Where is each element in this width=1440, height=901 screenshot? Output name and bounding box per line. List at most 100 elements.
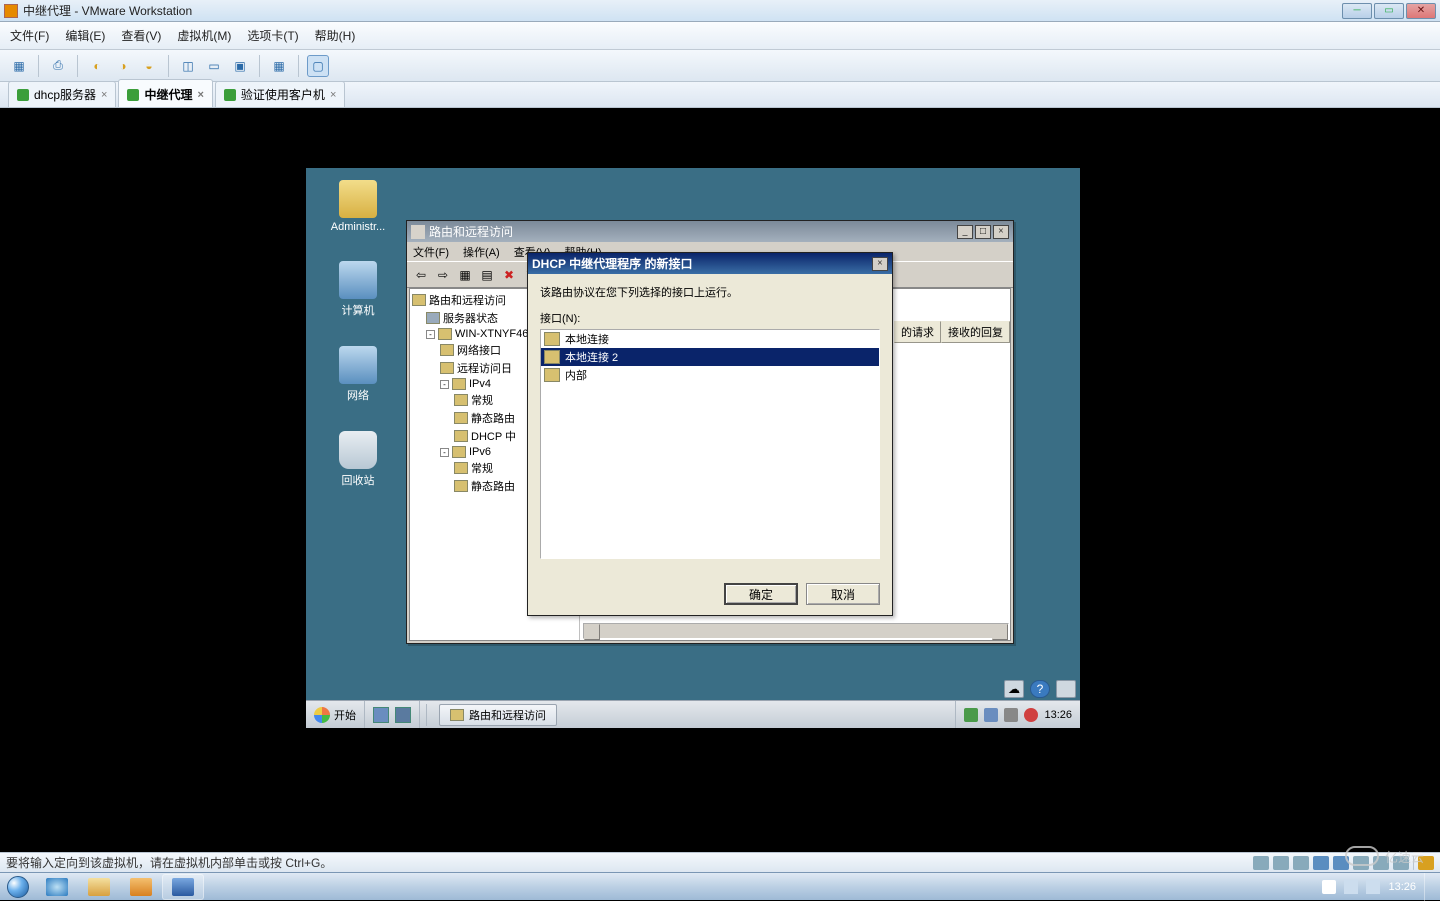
tray-shield-icon[interactable] — [964, 708, 978, 722]
tool-view3-icon[interactable]: ▣ — [229, 55, 251, 77]
ql-desktop-icon[interactable] — [373, 707, 389, 723]
tab-relay-agent[interactable]: 中继代理× — [118, 79, 212, 107]
menu-edit[interactable]: 编辑(E) — [65, 27, 105, 44]
tab-dhcp-server[interactable]: dhcp服务器× — [8, 81, 116, 107]
tool-snapshot-icon[interactable]: ◐ — [86, 55, 108, 77]
pin-word[interactable] — [162, 874, 204, 900]
menu-file[interactable]: 文件(F) — [413, 244, 449, 260]
back-icon[interactable]: ⇦ — [411, 265, 431, 285]
ql-explorer-icon[interactable] — [395, 707, 411, 723]
collapse-icon[interactable]: - — [440, 448, 449, 457]
collapse-icon[interactable]: - — [440, 380, 449, 389]
running-icon — [17, 89, 29, 101]
close-icon[interactable]: × — [197, 89, 203, 101]
minimize-button[interactable]: ─ — [1342, 3, 1372, 19]
win7-start-button[interactable] — [0, 873, 36, 901]
desktop-icon-recyclebin[interactable]: 回收站 — [328, 431, 388, 488]
col-replies[interactable]: 接收的回复 — [941, 321, 1010, 343]
guest-info-icon[interactable]: ☁ — [1004, 680, 1024, 698]
maximize-button[interactable]: □ — [975, 225, 991, 239]
list-header[interactable]: 的请求 接收的回复 — [894, 321, 1010, 343]
collapse-icon[interactable]: - — [426, 330, 435, 339]
close-icon[interactable]: × — [101, 89, 107, 101]
close-icon[interactable]: × — [330, 89, 336, 101]
status-text: 要将输入定向到该虚拟机，请在虚拟机内部单击或按 Ctrl+G。 — [6, 854, 332, 871]
win7-systray[interactable]: 13:26 — [1314, 873, 1440, 901]
guest-help-icon[interactable]: ? — [1030, 680, 1050, 698]
menu-view[interactable]: 查看(V) — [121, 27, 161, 44]
listbox-label: 接口(N): — [540, 310, 880, 326]
menu-action[interactable]: 操作(A) — [463, 244, 500, 260]
maximize-button[interactable]: ▭ — [1374, 3, 1404, 19]
tool-view1-icon[interactable]: ◫ — [177, 55, 199, 77]
menu-file[interactable]: 文件(F) — [10, 27, 49, 44]
host-statusbar: 要将输入定向到该虚拟机，请在虚拟机内部单击或按 Ctrl+G。 — [0, 852, 1440, 872]
nic-icon — [544, 350, 560, 364]
desktop-icon-admin[interactable]: Administr... — [328, 180, 388, 233]
node-icon — [454, 430, 468, 442]
rras-scrollbar[interactable] — [583, 623, 1009, 639]
vm-viewport[interactable]: Administr... 计算机 网络 回收站 ☁ ? 路由和远程访问 _ □ … — [0, 108, 1440, 852]
menu-help[interactable]: 帮助(H) — [315, 27, 356, 44]
guest-taskbar[interactable]: 开始 路由和远程访问 13:26 — [306, 700, 1080, 728]
tray-flag-icon[interactable] — [1322, 880, 1336, 894]
tray-volume-icon[interactable] — [1366, 880, 1380, 894]
close-button[interactable]: × — [993, 225, 1009, 239]
show-desktop-button[interactable] — [1424, 873, 1432, 901]
rras-icon — [450, 709, 464, 721]
desktop-icon-network[interactable]: 网络 — [328, 346, 388, 403]
up-icon[interactable]: ▦ — [455, 265, 475, 285]
pin-ie[interactable] — [36, 874, 78, 900]
minimize-button[interactable]: _ — [957, 225, 973, 239]
ipv4-icon — [452, 378, 466, 390]
guest-systray[interactable]: 13:26 — [955, 701, 1080, 728]
tool-unity-icon[interactable]: ▦ — [268, 55, 290, 77]
tray-blocked-icon[interactable] — [1024, 708, 1038, 722]
menu-vm[interactable]: 虚拟机(M) — [177, 27, 231, 44]
list-item[interactable]: 本地连接 — [541, 330, 879, 348]
node-icon — [454, 462, 468, 474]
taskbar-item-rras[interactable]: 路由和远程访问 — [439, 704, 557, 726]
tray-network-icon[interactable] — [1344, 880, 1358, 894]
dev-hdd-icon[interactable] — [1253, 856, 1269, 870]
menu-tabs[interactable]: 选项卡(T) — [247, 27, 298, 44]
close-button[interactable]: × — [872, 257, 888, 271]
pin-app1[interactable] — [120, 874, 162, 900]
start-button[interactable]: 开始 — [306, 701, 365, 728]
close-button[interactable]: ✕ — [1406, 3, 1436, 19]
tray-network-icon[interactable] — [984, 708, 998, 722]
desktop-icon-computer[interactable]: 计算机 — [328, 261, 388, 318]
dialog-body: 该路由协议在您下列选择的接口上运行。 接口(N): 本地连接 本地连接 2 内部 — [528, 274, 892, 569]
interface-listbox[interactable]: 本地连接 本地连接 2 内部 — [540, 329, 880, 559]
tool-snapshot-revert-icon[interactable]: ◑ — [112, 55, 134, 77]
win7-taskbar[interactable]: 13:26 — [0, 872, 1440, 900]
dev-floppy-icon[interactable] — [1293, 856, 1309, 870]
dev-cd-icon[interactable] — [1273, 856, 1289, 870]
dialog-title: DHCP 中继代理程序 的新接口 — [532, 255, 692, 272]
guest-clock: 13:26 — [1044, 709, 1072, 721]
list-item[interactable]: 本地连接 2 — [541, 348, 879, 366]
tool-snapshot-mgr-icon[interactable]: ◒ — [138, 55, 160, 77]
ok-button[interactable]: 确定 — [724, 583, 798, 605]
running-icon — [224, 89, 236, 101]
tool-fullscreen-icon[interactable]: ▢ — [307, 55, 329, 77]
props-icon[interactable]: ▤ — [477, 265, 497, 285]
delete-icon[interactable]: ✖ — [499, 265, 519, 285]
dev-net1-icon[interactable] — [1313, 856, 1329, 870]
guest-pin-icon[interactable] — [1056, 680, 1076, 698]
guest-desktop[interactable]: Administr... 计算机 网络 回收站 ☁ ? 路由和远程访问 _ □ … — [306, 168, 1080, 728]
dialog-titlebar[interactable]: DHCP 中继代理程序 的新接口 × — [528, 253, 892, 274]
node-icon — [454, 412, 468, 424]
pin-explorer[interactable] — [78, 874, 120, 900]
tool-power-icon[interactable]: ▦ — [8, 55, 30, 77]
cancel-button[interactable]: 取消 — [806, 583, 880, 605]
rras-titlebar[interactable]: 路由和远程访问 _ □ × — [407, 221, 1013, 242]
list-item[interactable]: 内部 — [541, 366, 879, 384]
forward-icon[interactable]: ⇨ — [433, 265, 453, 285]
tab-client[interactable]: 验证使用客户机× — [215, 81, 345, 107]
col-requests[interactable]: 的请求 — [894, 321, 941, 343]
tool-view2-icon[interactable]: ▭ — [203, 55, 225, 77]
tray-power-icon[interactable] — [1004, 708, 1018, 722]
tool-devices-icon[interactable]: ⎙ — [47, 55, 69, 77]
new-interface-dialog[interactable]: DHCP 中继代理程序 的新接口 × 该路由协议在您下列选择的接口上运行。 接口… — [527, 252, 893, 616]
